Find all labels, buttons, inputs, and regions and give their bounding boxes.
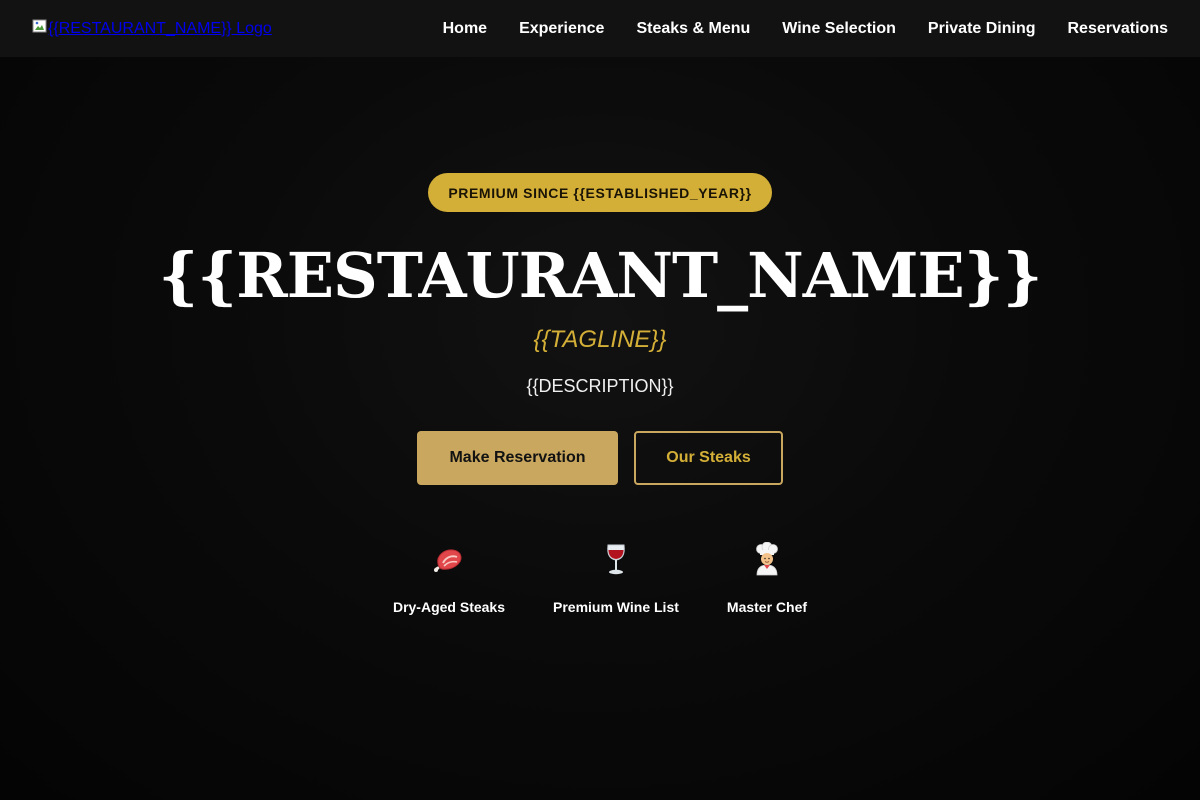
steak-icon [431, 541, 467, 577]
feature-item: Dry-Aged Steaks [393, 541, 505, 615]
feature-list: Dry-Aged Steaks Premium Wine List Master… [393, 541, 807, 615]
feature-label: Dry-Aged Steaks [392, 599, 505, 615]
nav-reservations[interactable]: Reservations [1068, 20, 1169, 38]
restaurant-title: {{RESTAURANT_NAME}} [158, 239, 1042, 312]
established-badge: PREMIUM SINCE {{ESTABLISHED_YEAR}} [428, 173, 772, 212]
feature-item: Premium Wine List [553, 541, 679, 615]
nav-wine-selection[interactable]: Wine Selection [782, 20, 896, 38]
make-reservation-button[interactable]: Make Reservation [417, 431, 618, 485]
feature-label: Premium Wine List [553, 599, 679, 615]
nav-private-dining[interactable]: Private Dining [928, 20, 1036, 38]
our-steaks-button[interactable]: Our Steaks [634, 431, 783, 485]
feature-item: Master Chef [727, 541, 807, 615]
nav-home[interactable]: Home [443, 20, 487, 38]
nav-experience[interactable]: Experience [519, 20, 604, 38]
wine-glass-icon [598, 541, 634, 577]
page: {{RESTAURANT_NAME}} Logo Home Experience… [0, 0, 1200, 800]
cta-buttons: Make Reservation Our Steaks [417, 431, 783, 485]
logo-link[interactable]: {{RESTAURANT_NAME}} Logo [32, 19, 272, 38]
main-nav: Home Experience Steaks & Menu Wine Selec… [443, 20, 1168, 38]
feature-label: Master Chef [726, 599, 808, 615]
nav-steaks-menu[interactable]: Steaks & Menu [636, 20, 750, 38]
logo-alt-text: {{RESTAURANT_NAME}} Logo [48, 19, 272, 37]
site-header: {{RESTAURANT_NAME}} Logo Home Experience… [0, 0, 1200, 57]
broken-image-icon [32, 19, 47, 32]
tagline: {{TAGLINE}} [533, 326, 667, 353]
description: {{DESCRIPTION}} [526, 376, 674, 396]
chef-icon [749, 541, 785, 577]
hero-section: PREMIUM SINCE {{ESTABLISHED_YEAR}} {{RES… [0, 57, 1200, 800]
